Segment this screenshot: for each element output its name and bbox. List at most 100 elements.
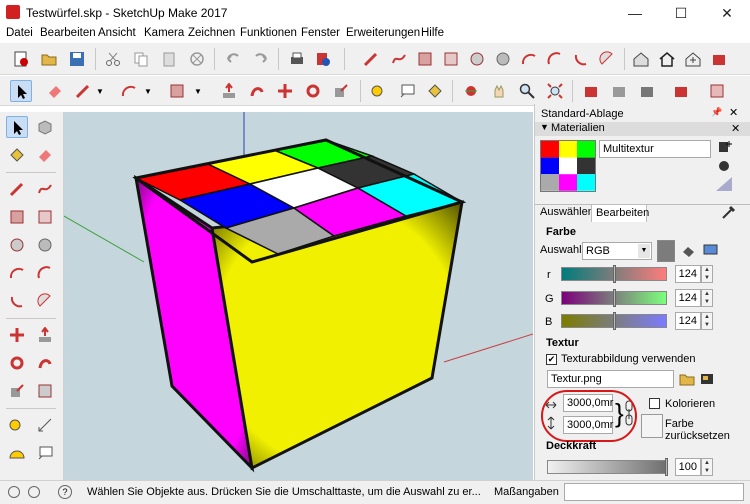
menu-ansicht[interactable]: Ansicht xyxy=(98,27,136,39)
arc-2-button[interactable] xyxy=(544,48,566,70)
pencil-dropdown-icon[interactable]: ▼ xyxy=(96,87,104,96)
dimension-left-button[interactable] xyxy=(34,414,56,436)
scale-button[interactable] xyxy=(330,80,352,102)
tab-auswaehlen[interactable]: Auswählen xyxy=(540,206,594,218)
rotated-rectangle-left-button[interactable] xyxy=(34,206,56,228)
material-name-field[interactable]: Multitextur xyxy=(599,140,711,158)
erase-button[interactable] xyxy=(186,48,208,70)
maximize-button[interactable]: ☐ xyxy=(658,0,704,26)
follow-me-button[interactable] xyxy=(246,80,268,102)
arc-tool-button[interactable] xyxy=(118,80,140,102)
rotate-left-button[interactable] xyxy=(6,352,28,374)
line-tool-button[interactable] xyxy=(360,48,382,70)
home-button[interactable] xyxy=(656,48,678,70)
menu-zeichnen[interactable]: Zeichnen xyxy=(188,27,235,39)
modeling-viewport[interactable] xyxy=(64,112,533,480)
cube-face-front[interactable] xyxy=(210,200,464,471)
freehand-button[interactable] xyxy=(388,48,410,70)
cut-button[interactable] xyxy=(102,48,124,70)
close-button[interactable]: ✕ xyxy=(704,0,750,26)
scale-left-button[interactable] xyxy=(6,380,28,402)
texture-file-field[interactable]: Textur.png xyxy=(547,370,674,388)
shape-tool-button[interactable] xyxy=(166,80,188,102)
copy-button[interactable] xyxy=(130,48,152,70)
text-tool-button[interactable] xyxy=(396,80,418,102)
rotated-rectangle-button[interactable] xyxy=(440,48,462,70)
select-tool-button[interactable] xyxy=(10,80,32,102)
zoom-extents-button[interactable] xyxy=(544,80,566,102)
arc-dropdown-icon[interactable]: ▼ xyxy=(144,87,152,96)
cube-model[interactable] xyxy=(64,112,533,480)
pencil-button[interactable] xyxy=(72,80,94,102)
g-slider[interactable] xyxy=(561,289,667,307)
materials-header[interactable]: ▼ Materialien ✕ xyxy=(535,122,750,136)
geo-location-icon[interactable] xyxy=(8,486,20,498)
pie-left-button[interactable] xyxy=(34,290,56,312)
paint-bucket-button[interactable] xyxy=(424,80,446,102)
match-color-screen-icon[interactable] xyxy=(703,242,719,258)
follow-me-left-button[interactable] xyxy=(34,352,56,374)
pan-button[interactable] xyxy=(488,80,510,102)
print-button[interactable] xyxy=(286,48,308,70)
display-toggle-icon[interactable] xyxy=(715,176,733,192)
color-mode-select[interactable]: RGB ▼ xyxy=(582,242,652,260)
current-color-swatch[interactable] xyxy=(657,240,675,262)
extension-2-button[interactable] xyxy=(670,80,692,102)
rectangle-left-button[interactable] xyxy=(6,206,28,228)
line-left-button[interactable] xyxy=(6,178,28,200)
tape-measure-left-button[interactable] xyxy=(6,414,28,436)
arc-3-left-button[interactable] xyxy=(6,290,28,312)
tray-close-icon[interactable]: ✕ xyxy=(729,106,738,119)
components-button[interactable] xyxy=(608,80,630,102)
layout-button[interactable] xyxy=(706,80,728,102)
redo-button[interactable] xyxy=(250,48,272,70)
create-material-icon[interactable] xyxy=(717,158,733,172)
save-button[interactable] xyxy=(66,48,88,70)
text-left-button[interactable] xyxy=(34,442,56,464)
b-spinner[interactable]: 124 ▲ ▼ xyxy=(675,312,713,330)
help-icon[interactable]: ? xyxy=(58,485,72,499)
colorize-checkbox[interactable] xyxy=(649,398,660,409)
sketchup-app-icon[interactable] xyxy=(6,5,20,19)
push-pull-left-button[interactable] xyxy=(34,324,56,346)
opacity-slider[interactable] xyxy=(547,458,668,476)
polygon-left-button[interactable] xyxy=(34,234,56,256)
extension-warehouse-button[interactable] xyxy=(708,48,730,70)
b-slider[interactable] xyxy=(561,312,667,330)
default-material-icon[interactable] xyxy=(717,140,733,154)
rectangle-button[interactable] xyxy=(414,48,436,70)
share-component-button[interactable] xyxy=(636,80,658,102)
push-pull-button[interactable] xyxy=(218,80,240,102)
tab-bearbeiten[interactable]: Bearbeiten xyxy=(591,204,649,222)
opacity-spinner[interactable]: 100 ▲ ▼ xyxy=(675,458,713,476)
r-slider[interactable] xyxy=(561,265,667,283)
eyedropper-icon[interactable] xyxy=(721,204,737,220)
pin-icon[interactable]: 📌 xyxy=(711,107,722,118)
browse-folder-icon[interactable] xyxy=(679,371,695,387)
menu-kamera[interactable]: Kamera xyxy=(144,27,184,39)
shape-dropdown-icon[interactable]: ▼ xyxy=(194,87,202,96)
rotate-button[interactable] xyxy=(302,80,324,102)
circle-left-button[interactable] xyxy=(6,234,28,256)
menu-erweiterungen[interactable]: Erweiterungen xyxy=(346,27,420,39)
eraser-button[interactable] xyxy=(44,80,66,102)
circle-button[interactable] xyxy=(466,48,488,70)
reset-color-swatch[interactable] xyxy=(641,414,663,438)
move-button[interactable] xyxy=(274,80,296,102)
open-button[interactable] xyxy=(38,48,60,70)
close-section-icon[interactable]: ✕ xyxy=(731,122,740,135)
paint-left-button[interactable] xyxy=(6,144,28,166)
use-texture-checkbox[interactable]: ✔ xyxy=(546,354,557,365)
menu-hilfe[interactable]: Hilfe xyxy=(421,27,444,39)
undo-button[interactable] xyxy=(222,48,244,70)
warehouse-2-button[interactable] xyxy=(580,80,602,102)
orbit-button[interactable] xyxy=(460,80,482,102)
menu-funktionen[interactable]: Funktionen xyxy=(240,27,297,39)
arc-3-button[interactable] xyxy=(570,48,592,70)
menu-fenster[interactable]: Fenster xyxy=(301,27,340,39)
freehand-left-button[interactable] xyxy=(34,178,56,200)
paste-button[interactable] xyxy=(158,48,180,70)
r-spinner[interactable]: 124 ▲ ▼ xyxy=(675,265,713,283)
offset-left-button[interactable] xyxy=(34,380,56,402)
tape-measure-button[interactable] xyxy=(368,80,390,102)
